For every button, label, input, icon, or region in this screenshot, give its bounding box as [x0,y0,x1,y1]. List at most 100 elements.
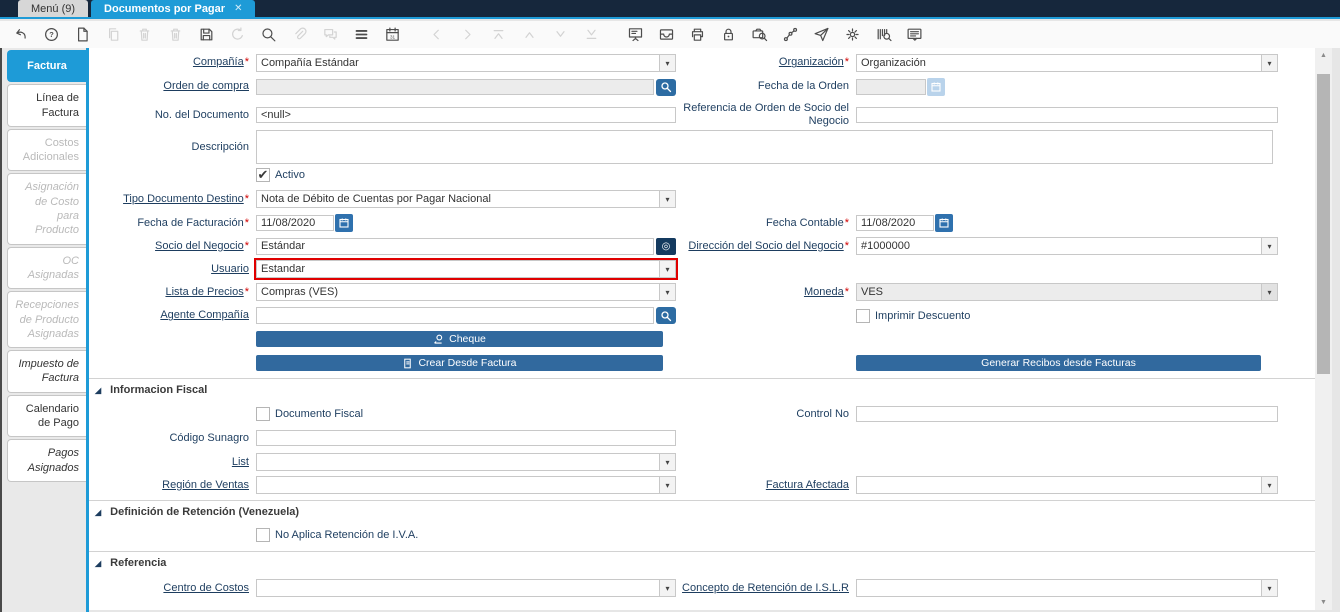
nav-down-icon [548,24,573,45]
undo-icon[interactable] [8,24,33,45]
organizacion-label: Organización [779,56,844,68]
tab-menu-label: Menú (9) [31,3,75,15]
calendar-icon[interactable]: 31 [380,24,405,45]
sidebar-tab-costos-adicionales: Costos Adicionales [7,129,86,172]
moneda-value: VES [857,284,1261,300]
retencion-title: Definición de Retención (Venezuela) [110,506,299,518]
concepto-islr-select[interactable]: ▾ [856,579,1278,597]
collapse-icon[interactable]: ◢ [95,508,101,517]
socio-negocio-info-icon[interactable]: ◎ [656,238,676,255]
chevron-down-icon[interactable]: ▾ [1261,238,1277,254]
row-compania-organizacion: Compañía* Compañía Estándar ▾ Organizaci… [89,54,1315,72]
chevron-down-icon[interactable]: ▾ [659,284,675,300]
row-usuario: Usuario Estandar ▾ [89,260,1315,278]
refresh-icon [225,24,250,45]
socio-negocio-field[interactable]: Estándar [256,238,654,255]
usuario-value: Estandar [257,261,659,277]
centro-costos-select[interactable]: ▾ [256,579,676,597]
help-window-icon[interactable] [902,24,927,45]
compania-value: Compañía Estándar [257,55,659,71]
chevron-down-icon[interactable]: ▾ [659,454,675,470]
help-icon[interactable]: ? [39,24,64,45]
fecha-orden-field [856,79,926,95]
agente-field[interactable] [256,307,654,324]
factura-afectada-select[interactable]: ▾ [856,476,1278,494]
orden-compra-lookup-button[interactable] [656,79,676,96]
collapse-icon[interactable]: ◢ [95,559,101,568]
product-info-icon[interactable] [871,24,896,45]
row-socio-direccion: Socio del Negocio* Estándar ◎ Dirección … [89,237,1315,255]
workflow-icon[interactable] [778,24,803,45]
crear-desde-factura-button[interactable]: Crear Desde Factura [256,355,663,371]
sidebar-tab-pagos-asignados[interactable]: Pagos Asignados [7,439,86,482]
descripcion-textarea[interactable] [256,130,1273,164]
region-ventas-select[interactable]: ▾ [256,476,676,494]
sidebar-tab-impuesto-de-factura[interactable]: Impuesto de Factura [7,350,86,393]
chevron-down-icon[interactable]: ▾ [659,580,675,596]
fecha-facturacion-field[interactable]: 11/08/2020 [256,215,334,231]
send-icon[interactable] [809,24,834,45]
chevron-down-icon[interactable]: ▾ [1261,55,1277,71]
control-no-field[interactable] [856,406,1278,422]
lock-icon[interactable] [716,24,741,45]
chevron-down-icon[interactable]: ▾ [659,477,675,493]
fecha-contable-calendar-icon[interactable] [935,214,953,232]
tab-documentos-por-pagar[interactable]: Documentos por Pagar ✕ [91,0,255,17]
sidebar-tab-calendario-de-pago[interactable]: Calendario de Pago [7,395,86,438]
archive-icon[interactable] [654,24,679,45]
zoom-across-icon[interactable] [747,24,772,45]
imprimir-descuento-checkbox[interactable] [856,309,870,323]
scroll-down-icon[interactable]: ▼ [1315,596,1332,609]
new-record-icon[interactable] [70,24,95,45]
informacion-fiscal-title: Informacion Fiscal [110,384,207,396]
no-aplica-iva-checkbox[interactable] [256,528,270,542]
fecha-contable-field[interactable]: 11/08/2020 [856,215,934,231]
print-icon[interactable] [685,24,710,45]
close-tab-icon[interactable]: ✕ [234,3,242,14]
concepto-islr-value [857,580,1261,596]
chevron-down-icon[interactable]: ▾ [659,191,675,207]
referencia-orden-field[interactable] [856,107,1278,123]
chevron-down-icon[interactable]: ▾ [659,261,675,277]
organizacion-select[interactable]: Organización ▾ [856,54,1278,72]
agente-lookup-button[interactable] [656,307,676,324]
documento-fiscal-checkbox[interactable] [256,407,270,421]
scroll-up-icon[interactable]: ▲ [1315,49,1332,62]
compania-select[interactable]: Compañía Estándar ▾ [256,54,676,72]
fecha-facturacion-calendar-icon[interactable] [335,214,353,232]
direccion-socio-select[interactable]: #1000000 ▾ [856,237,1278,255]
no-documento-field[interactable]: <null> [256,107,676,123]
referencia-header: ◢ Referencia [95,557,1315,569]
chevron-down-icon[interactable]: ▾ [1261,477,1277,493]
preferences-icon[interactable] [840,24,865,45]
grid-toggle-icon[interactable] [349,24,374,45]
report-icon[interactable] [623,24,648,45]
chevron-down-icon[interactable]: ▾ [659,55,675,71]
sidebar-tab-recepciones-de-producto-asignadas: Recepciones de Producto Asignadas [7,291,86,348]
sidebar-tab-factura[interactable]: Factura [7,50,86,82]
row-orden-fecha: Orden de compra Fecha de la Orden [89,78,1315,96]
vertical-scrollbar[interactable]: ▲ ▼ [1315,48,1332,610]
sidebar-tab-oc-asignadas: OC Asignadas [7,247,86,290]
tipo-doc-select[interactable]: Nota de Débito de Cuentas por Pagar Naci… [256,190,676,208]
orden-compra-field [256,79,654,95]
cheque-button[interactable]: Cheque [256,331,663,347]
required-marker: * [845,240,849,252]
sidebar-tab-linea-de-factura[interactable]: Línea de Factura [7,84,86,127]
collapse-icon[interactable]: ◢ [95,386,101,395]
control-no-label: Control No [796,408,849,420]
activo-checkbox[interactable]: ✔ [256,168,270,182]
usuario-select[interactable]: Estandar ▾ [256,260,676,278]
required-marker: * [845,286,849,298]
fecha-orden-calendar-icon [927,78,945,96]
no-aplica-iva-label: No Aplica Retención de I.V.A. [275,529,418,541]
generar-recibos-button[interactable]: Generar Recibos desde Facturas [856,355,1261,371]
lista-precios-select[interactable]: Compras (VES) ▾ [256,283,676,301]
save-icon[interactable] [194,24,219,45]
scrollbar-thumb[interactable] [1317,74,1330,374]
codigo-sunagro-field[interactable] [256,430,676,446]
list-select[interactable]: ▾ [256,453,676,471]
find-icon[interactable] [256,24,281,45]
tab-menu[interactable]: Menú (9) [18,0,88,17]
chevron-down-icon[interactable]: ▾ [1261,580,1277,596]
